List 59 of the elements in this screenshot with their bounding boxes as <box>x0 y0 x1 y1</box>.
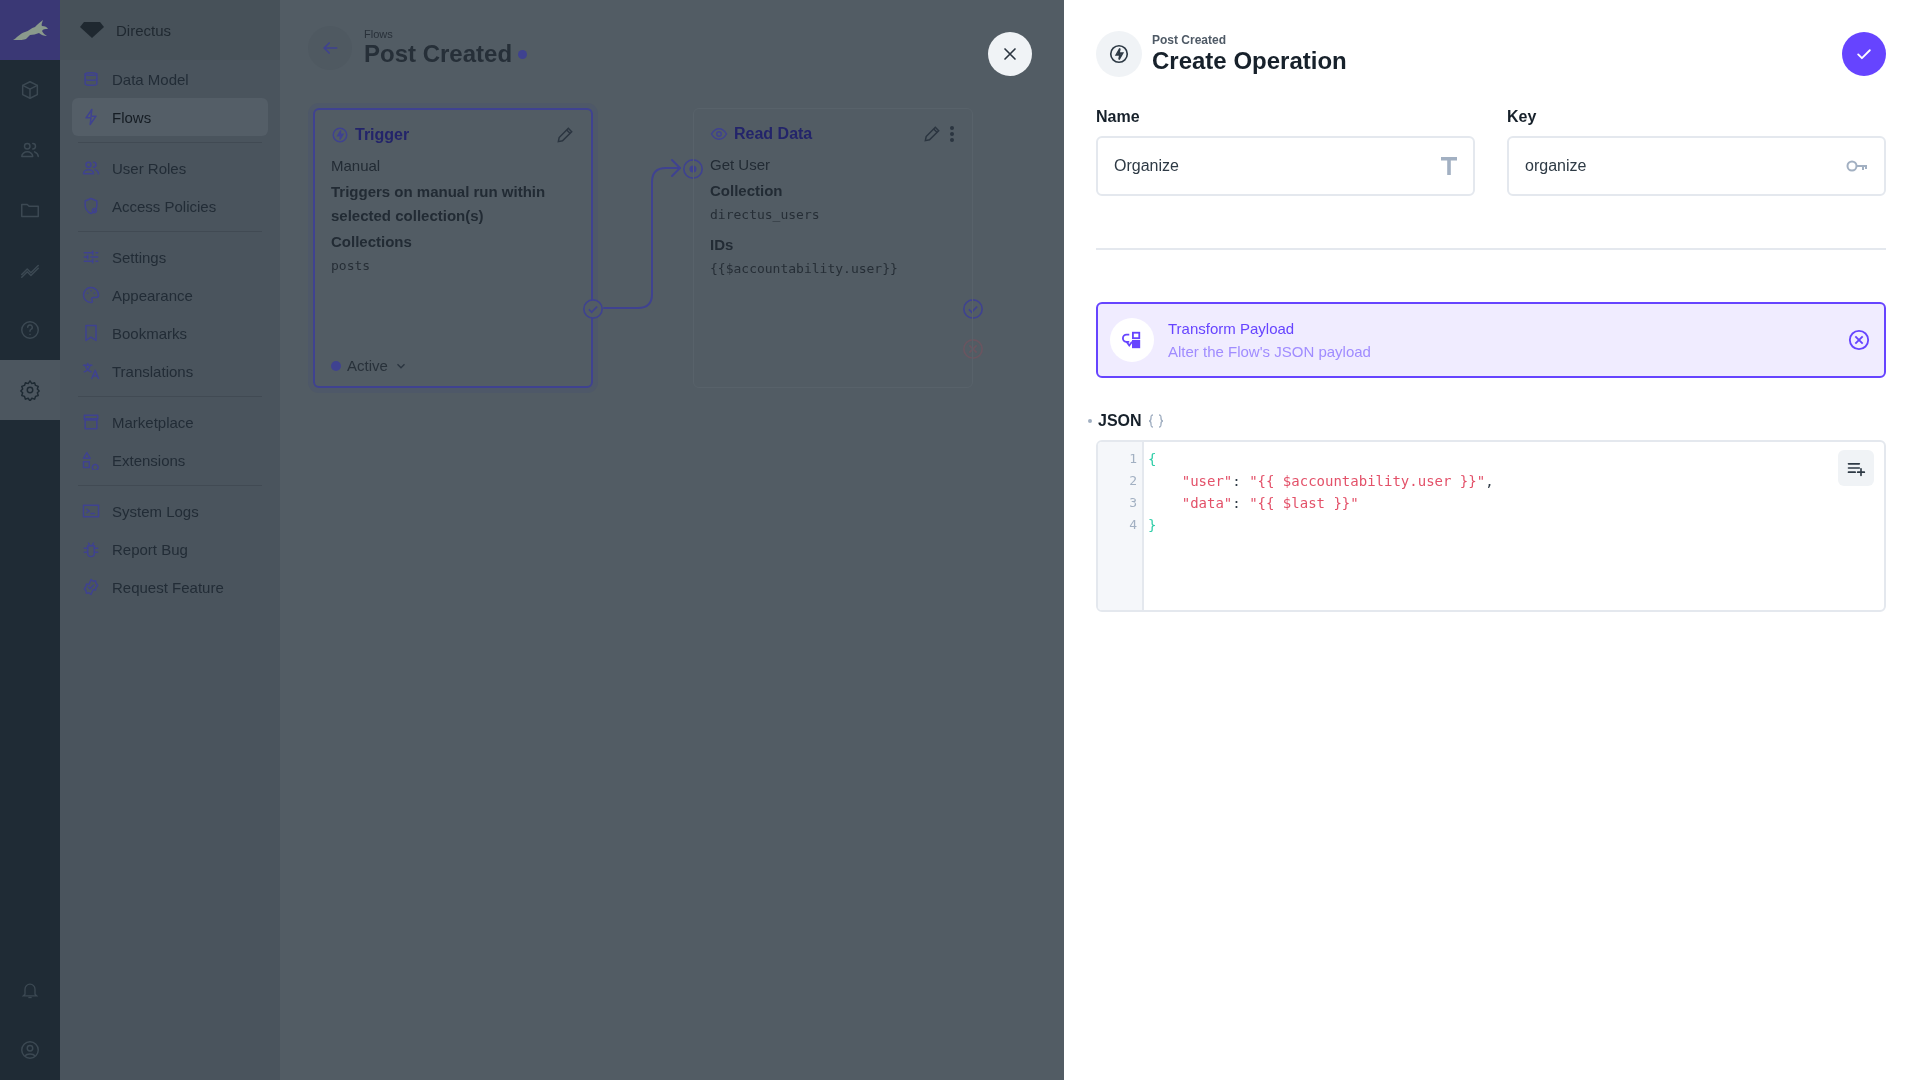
operation-name: Transform Payload <box>1168 320 1296 337</box>
field-label: JSON <box>1098 412 1142 430</box>
check-anchor-icon[interactable] <box>582 298 604 320</box>
nav-item[interactable]: Flows <box>72 98 268 136</box>
box-icon <box>19 79 41 101</box>
diamond-icon <box>80 22 104 38</box>
nav-item-icon <box>81 361 101 381</box>
operation-type-card[interactable]: Transform Payload Alter the Flow's JSON payload <box>1096 302 1886 378</box>
save-button[interactable] <box>1842 32 1886 76</box>
input-anchor-icon[interactable] <box>682 158 704 180</box>
input-field[interactable]: organize <box>1507 136 1886 196</box>
nav-item-icon <box>81 501 101 521</box>
key-icon <box>1846 159 1868 173</box>
more-icon[interactable] <box>948 124 956 144</box>
nav-item-icon <box>81 577 101 597</box>
line-number: 2 <box>1128 472 1138 490</box>
module-button[interactable] <box>0 360 60 420</box>
bolt-circle-icon <box>331 126 349 144</box>
operation-description: Alter the Flow's JSON payload <box>1168 343 1371 360</box>
code-line: "user": "{{ $accountability.user }}", <box>1180 472 1494 491</box>
eye-icon <box>710 125 728 143</box>
input-field[interactable]: Organize <box>1096 136 1475 196</box>
braces-icon <box>1147 414 1164 428</box>
code-line: { <box>1148 450 1158 469</box>
rabbit-logo-icon <box>11 18 49 42</box>
check-anchor-icon[interactable] <box>962 298 984 320</box>
line-number: 3 <box>1128 494 1138 512</box>
user-avatar-icon <box>19 1039 41 1061</box>
nav-item-icon <box>81 412 101 432</box>
help-icon <box>19 319 41 341</box>
insert-line-button[interactable] <box>1838 450 1874 486</box>
nav-item-icon <box>81 539 101 559</box>
text-type-icon <box>1441 157 1457 175</box>
nav-item-icon <box>81 196 101 216</box>
logo-block[interactable] <box>0 0 60 60</box>
bolt-circle-icon <box>1108 43 1130 65</box>
nav-item-icon <box>81 158 101 178</box>
code-editor[interactable]: 1 2 3 4 { "user": "{{ $accountability.user }}", "data": "{{ $last }}" } <box>1096 440 1886 612</box>
field-label: Name <box>1096 108 1141 126</box>
pencil-icon[interactable] <box>555 125 575 145</box>
pencil-icon[interactable] <box>922 124 942 144</box>
nav-item-icon <box>81 450 101 470</box>
panel-title: Trigger <box>355 126 410 144</box>
drawer-title: Create Operation <box>1152 47 1347 75</box>
panel-title: Read Data <box>734 125 813 143</box>
cross-anchor-icon[interactable] <box>962 338 984 360</box>
transform-icon <box>1121 330 1143 350</box>
code-line: "data": "{{ $last }}" <box>1180 494 1360 513</box>
nav-item-icon <box>81 69 101 89</box>
field-label: Key <box>1507 108 1538 126</box>
settings-icon <box>19 379 41 401</box>
breadcrumb: Post Created <box>1152 33 1228 47</box>
line-number: 1 <box>1128 450 1138 468</box>
code-line: } <box>1148 516 1158 535</box>
line-number: 4 <box>1128 516 1138 534</box>
nav-item-icon <box>81 247 101 267</box>
close-button[interactable] <box>988 32 1032 76</box>
nav-item-icon <box>81 285 101 305</box>
clear-icon[interactable] <box>1848 329 1870 351</box>
